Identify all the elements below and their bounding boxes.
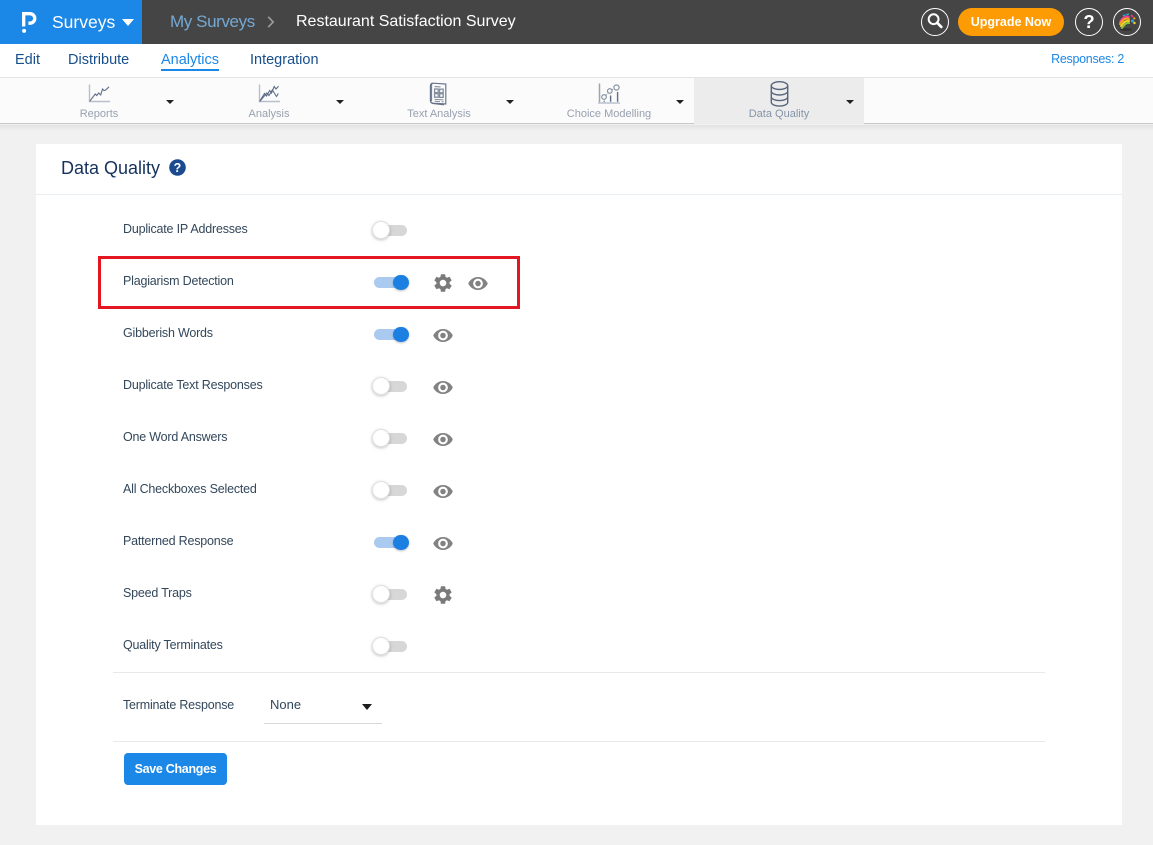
svg-text:?: ?	[174, 161, 182, 175]
